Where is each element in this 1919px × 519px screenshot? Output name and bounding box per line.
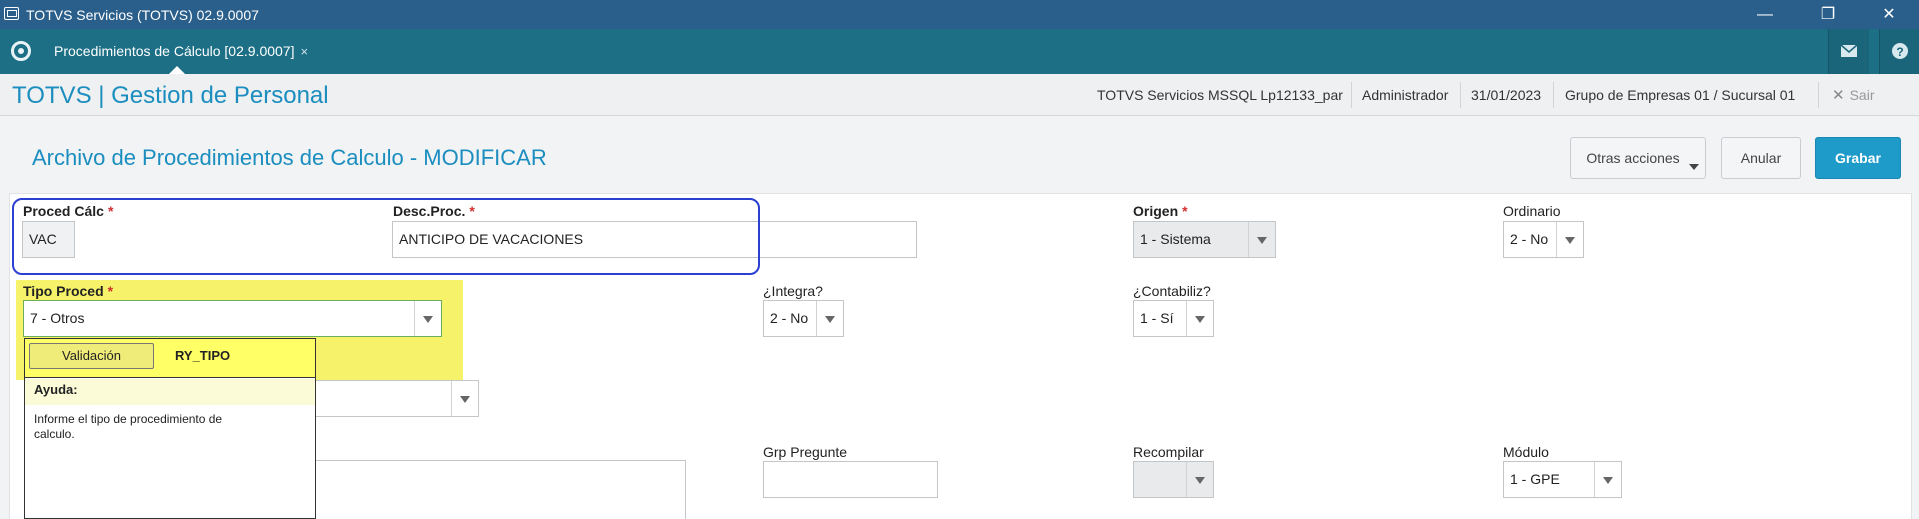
user-info: Administrador — [1362, 87, 1449, 103]
divider — [1553, 82, 1554, 108]
integra-select[interactable]: 2 - No — [763, 300, 844, 337]
date-info: 31/01/2023 — [1471, 87, 1542, 103]
help-icon[interactable]: ? — [1879, 29, 1919, 74]
highlight-frame — [12, 198, 760, 275]
tab-procedimientos[interactable]: Procedimientos de Cálculo [02.9.0007] × — [42, 29, 320, 74]
chevron-down-icon — [816, 301, 843, 336]
help-label: Ayuda: — [34, 382, 78, 397]
app-header: TOTVS | Gestion de Personal TOTVS Servic… — [0, 74, 1919, 116]
tab-label: Procedimientos de Cálculo [02.9.0007] — [54, 43, 295, 59]
environment-info: TOTVS Servicios MSSQL Lp12133_par — [1097, 87, 1343, 103]
chevron-down-icon — [1689, 164, 1699, 170]
tipo-proced-label: Tipo Proced * — [23, 283, 114, 299]
tab-close-icon[interactable]: × — [300, 44, 308, 59]
validation-button[interactable]: Validación — [29, 343, 154, 369]
chevron-down-icon — [1556, 222, 1583, 257]
close-icon: ✕ — [1832, 87, 1845, 104]
grp-pregunte-input[interactable] — [763, 461, 938, 498]
origen-select[interactable]: 1 - Sistema — [1133, 221, 1276, 258]
contabiliz-label: ¿Contabiliz? — [1133, 283, 1211, 299]
chevron-down-icon — [1594, 462, 1621, 497]
origen-label: Origen * — [1133, 203, 1188, 219]
chevron-down-icon — [414, 301, 441, 336]
close-window-icon[interactable]: ✕ — [1866, 0, 1912, 29]
restore-icon[interactable]: ❐ — [1805, 0, 1851, 29]
page-title: Archivo de Procedimientos de Calculo - M… — [32, 145, 547, 170]
contabiliz-select[interactable]: 1 - Sí — [1133, 300, 1214, 337]
window-titlebar: TOTVS Servicios (TOTVS) 02.9.0007 — ❐ ✕ — [0, 0, 1919, 29]
hidden-field-select[interactable] — [300, 380, 479, 417]
field-code: RY_TIPO — [175, 348, 231, 363]
divider — [1460, 82, 1461, 108]
other-actions-label: Otras acciones — [1586, 150, 1680, 166]
tab-bar: Procedimientos de Cálculo [02.9.0007] × ? — [0, 29, 1919, 74]
integra-label: ¿Integra? — [763, 283, 823, 299]
divider — [1351, 82, 1352, 108]
tipo-proced-select[interactable]: 7 - Otros — [23, 300, 442, 337]
mail-icon[interactable] — [1828, 29, 1869, 74]
recompilar-label: Recompilar — [1133, 444, 1204, 460]
help-text: Informe el tipo de procedimiento de calc… — [34, 412, 223, 441]
chevron-down-icon — [1186, 462, 1213, 497]
chevron-down-icon — [451, 381, 478, 416]
recompilar-select[interactable] — [1133, 461, 1214, 498]
ordinario-label: Ordinario — [1503, 203, 1561, 219]
totvs-logo-icon[interactable] — [11, 41, 31, 61]
exit-label: Sair — [1849, 87, 1875, 103]
hidden-text-area[interactable] — [300, 460, 686, 519]
company-info: Grupo de Empresas 01 / Sucursal 01 — [1565, 87, 1796, 103]
brand-title: TOTVS | Gestion de Personal — [12, 82, 329, 109]
ordinario-select[interactable]: 2 - No — [1503, 221, 1584, 258]
exit-button[interactable]: ✕ Sair — [1832, 86, 1874, 104]
modulo-select[interactable]: 1 - GPE — [1503, 461, 1622, 498]
chevron-down-icon — [1186, 301, 1213, 336]
minimize-icon[interactable]: — — [1742, 0, 1788, 29]
divider — [1818, 82, 1819, 108]
app-window-icon — [4, 7, 19, 20]
window-title: TOTVS Servicios (TOTVS) 02.9.0007 — [26, 7, 259, 23]
other-actions-button[interactable]: Otras acciones — [1570, 137, 1706, 179]
modulo-label: Módulo — [1503, 444, 1549, 460]
chevron-down-icon — [1248, 222, 1275, 257]
svg-text:?: ? — [1896, 45, 1903, 59]
grp-pregunte-label: Grp Pregunte — [763, 444, 848, 460]
save-button[interactable]: Grabar — [1815, 137, 1901, 179]
cancel-button[interactable]: Anular — [1721, 137, 1801, 179]
